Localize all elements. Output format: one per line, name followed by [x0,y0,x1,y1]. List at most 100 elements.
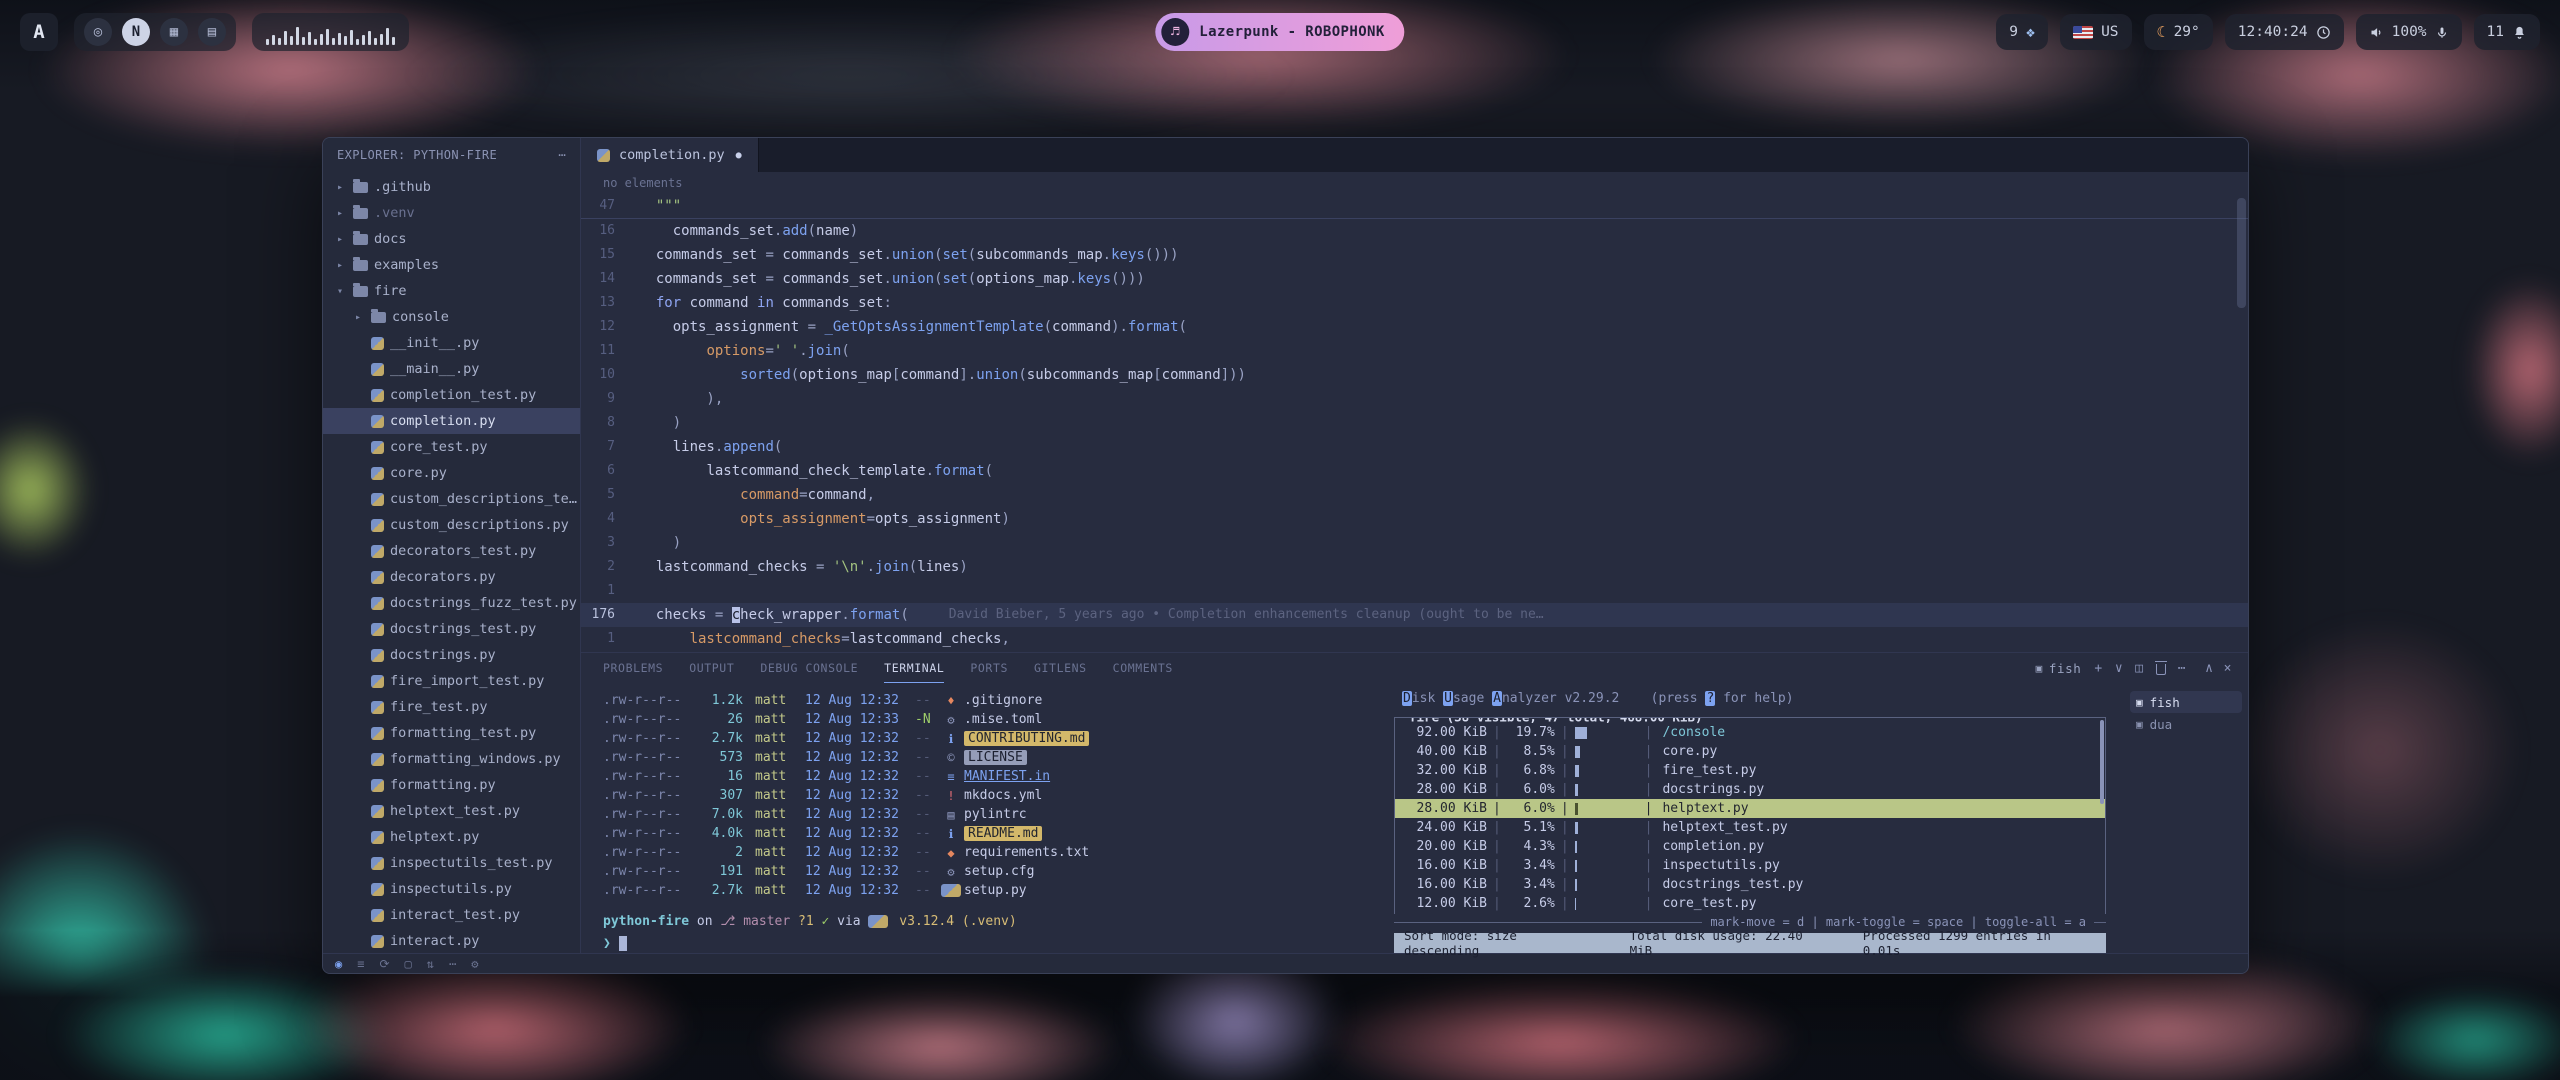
tree-item-completion.py[interactable]: completion.py [323,408,580,434]
profile-chevron-icon[interactable]: ∨ [2115,661,2123,676]
shell-chip[interactable]: ▣ fish [2036,661,2082,676]
launcher-button[interactable]: A [20,13,58,51]
code-editor[interactable]: 47 """ 16 commands_set.add(name)15 comma… [581,194,2248,652]
breadcrumb[interactable]: no elements [581,172,2248,194]
panel-tab-output[interactable]: OUTPUT [689,653,734,683]
expand-icon[interactable]: ⇅ [427,957,434,971]
panel-tab-gitlens[interactable]: GITLENS [1034,653,1087,683]
keyboard-layout-widget[interactable]: US [2060,14,2131,50]
tree-item-__main__.py[interactable]: __main__.py [323,356,580,382]
tree-item-decorators.py[interactable]: decorators.py [323,564,580,590]
tree-item-docstrings_test.py[interactable]: docstrings_test.py [323,616,580,642]
new-terminal-icon[interactable]: + [2094,661,2102,676]
panel-tab-problems[interactable]: PROBLEMS [603,653,663,683]
code-line[interactable]: 47 """ [581,194,2248,218]
volume-widget[interactable]: 100% [2356,14,2462,50]
more-actions-icon[interactable]: ⋯ [2178,661,2186,676]
code-line[interactable]: 10 sorted(options_map[command].union(sub… [581,363,2248,387]
tree-item-fire_import_test.py[interactable]: fire_import_test.py [323,668,580,694]
tree-item-.github[interactable]: ▸.github [323,174,580,200]
tree-item-helptext_test.py[interactable]: helptext_test.py [323,798,580,824]
dua-row-console[interactable]: 92.00 KiB|19.7%||/console [1395,723,2105,742]
code-line[interactable]: 11 options=' '.join( [581,339,2248,363]
dua-scrollbar[interactable] [2100,720,2104,804]
dua-row-completion.py[interactable]: 20.00 KiB|4.3%||completion.py [1395,837,2105,856]
dua-row-docstrings_test.py[interactable]: 16.00 KiB|3.4%||docstrings_test.py [1395,875,2105,894]
gear-icon[interactable]: ⚙ [471,957,478,971]
tree-item-core_test.py[interactable]: core_test.py [323,434,580,460]
list-icon[interactable]: ≡ [357,957,364,971]
terminal-session-dua[interactable]: ▣dua [2130,713,2242,735]
dock-item-2[interactable]: N [122,18,150,46]
code-line[interactable]: 15 commands_set = commands_set.union(set… [581,243,2248,267]
layout-widget[interactable]: 9 ❖ [1996,14,2048,50]
notifications-widget[interactable]: 11 [2474,14,2540,50]
maximize-panel-icon[interactable]: ∧ [2205,661,2213,676]
tree-item-decorators_test.py[interactable]: decorators_test.py [323,538,580,564]
code-line[interactable]: 8 ) [581,411,2248,435]
music-widget[interactable]: ♬ Lazerpunk - ROBOPHONK [1155,13,1404,51]
code-line[interactable]: 2 lastcommand_checks = '\n'.join(lines) [581,555,2248,579]
code-line[interactable]: 13 for command in commands_set: [581,291,2248,315]
more-icon[interactable]: ⋯ [449,957,456,971]
tree-item-console[interactable]: ▸console [323,304,580,330]
clock-widget[interactable]: 12:40:24 [2225,14,2344,50]
code-line[interactable]: 5 command=command, [581,483,2248,507]
sync-icon[interactable]: ⟳ [379,957,389,971]
split-terminal-icon[interactable]: ◫ [2135,661,2143,676]
code-line[interactable]: 1 lastcommand_checks=lastcommand_checks, [581,627,2248,651]
tree-item-fire_test.py[interactable]: fire_test.py [323,694,580,720]
tab-completion-py[interactable]: completion.py ● [581,138,759,172]
dua-row-core_test.py[interactable]: 12.00 KiB|2.6%||core_test.py [1395,894,2105,913]
modified-indicator[interactable]: ● [736,150,742,161]
code-line[interactable]: 4 opts_assignment=opts_assignment) [581,507,2248,531]
close-panel-icon[interactable]: × [2224,661,2232,676]
tree-item-docstrings.py[interactable]: docstrings.py [323,642,580,668]
tree-item-formatting_windows.py[interactable]: formatting_windows.py [323,746,580,772]
code-line[interactable]: 9 ), [581,387,2248,411]
code-line[interactable]: 6 lastcommand_check_template.format( [581,459,2248,483]
tree-item-examples[interactable]: ▸examples [323,252,580,278]
code-line[interactable]: 3 ) [581,531,2248,555]
code-line[interactable]: 176 checks = check_wrapper.format(David … [581,603,2248,627]
panel-tab-terminal[interactable]: TERMINAL [884,653,944,683]
tree-item-docs[interactable]: ▸docs [323,226,580,252]
audio-visualizer[interactable] [252,13,409,51]
tree-item-core.py[interactable]: core.py [323,460,580,486]
tree-item-interact_test.py[interactable]: interact_test.py [323,902,580,928]
tree-item-custom_descriptions.py[interactable]: custom_descriptions.py [323,512,580,538]
code-line[interactable]: 16 commands_set.add(name) [581,219,2248,243]
terminal-session-fish[interactable]: ▣fish [2130,691,2242,713]
kill-terminal-icon[interactable] [2156,664,2166,675]
dua-row-core.py[interactable]: 40.00 KiB|8.5%||core.py [1395,742,2105,761]
dua-row-docstrings.py[interactable]: 28.00 KiB|6.0%||docstrings.py [1395,780,2105,799]
code-line[interactable]: 12 opts_assignment = _GetOptsAssignmentT… [581,315,2248,339]
tree-item-interact.py[interactable]: interact.py [323,928,580,953]
editor-scrollbar[interactable] [2237,198,2246,308]
dock-item-3[interactable]: ▦ [160,18,188,46]
panel-tab-ports[interactable]: PORTS [970,653,1008,683]
panel-tab-comments[interactable]: COMMENTS [1113,653,1173,683]
panel-tab-debug-console[interactable]: DEBUG CONSOLE [760,653,858,683]
remote-indicator-icon[interactable]: ◉ [335,957,342,971]
terminal-pane[interactable]: .rw-r--r--1.2kmatt12 Aug 12:32--♦.gitign… [581,683,1394,953]
dock-item-4[interactable]: ▤ [198,18,226,46]
explorer-more-icon[interactable]: ⋯ [558,148,566,162]
tree-item-inspectutils_test.py[interactable]: inspectutils_test.py [323,850,580,876]
tree-item-formatting_test.py[interactable]: formatting_test.py [323,720,580,746]
tree-item-inspectutils.py[interactable]: inspectutils.py [323,876,580,902]
dua-row-inspectutils.py[interactable]: 16.00 KiB|3.4%||inspectutils.py [1395,856,2105,875]
tree-item-fire[interactable]: ▾fire [323,278,580,304]
tree-item-.venv[interactable]: ▸.venv [323,200,580,226]
code-line[interactable]: 7 lines.append( [581,435,2248,459]
dua-row-fire_test.py[interactable]: 32.00 KiB|6.8%||fire_test.py [1395,761,2105,780]
tree-item-formatting.py[interactable]: formatting.py [323,772,580,798]
weather-widget[interactable]: ☾ 29° [2144,14,2213,50]
tree-item-__init__.py[interactable]: __init__.py [323,330,580,356]
dock-item-1[interactable]: ◎ [84,18,112,46]
disk-usage-pane[interactable]: Disk Usage Analyzer v2.29.2 (press ? for… [1394,683,2120,953]
code-line[interactable]: 14 commands_set = commands_set.union(set… [581,267,2248,291]
tree-item-helptext.py[interactable]: helptext.py [323,824,580,850]
code-line[interactable]: 1 [581,579,2248,603]
dua-row-helptext.py[interactable]: 28.00 KiB|6.0%||helptext.py [1395,799,2105,818]
